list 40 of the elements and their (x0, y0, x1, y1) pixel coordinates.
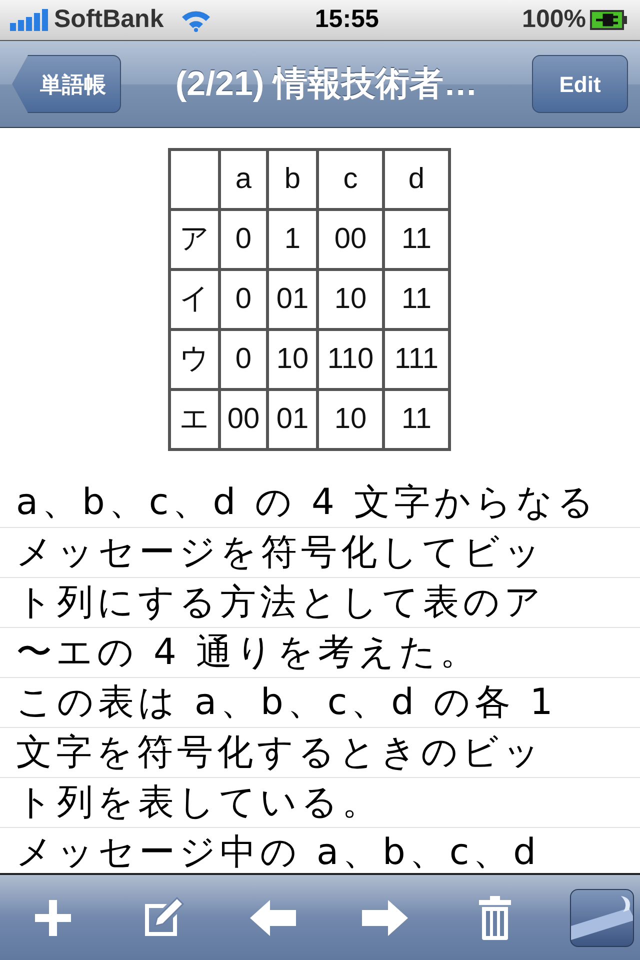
row-header: ア (170, 210, 220, 270)
text-line: ト列にする方法として表のア (0, 578, 640, 628)
table-cell: 01 (268, 390, 318, 450)
table-cell: 01 (268, 270, 318, 330)
table-cell: 1 (268, 210, 318, 270)
table-cell: 0 (220, 330, 268, 390)
battery-charging-icon (590, 10, 628, 30)
edit-button[interactable]: Edit (532, 55, 628, 113)
table-cell: 10 (318, 270, 384, 330)
row-header: エ (170, 390, 220, 450)
screen-title: (2/21) 情報技術者… (175, 64, 478, 102)
table-cell: 0 (220, 270, 268, 330)
column-header: a (220, 150, 268, 210)
carrier-name: SoftBank (54, 4, 164, 36)
table-cell: 00 (220, 390, 268, 450)
battery-percent: 100% (522, 4, 586, 36)
signal-icon (10, 9, 50, 31)
text-line: メッセージを符号化してビッ (0, 528, 640, 578)
table-cell: 00 (318, 210, 384, 270)
text-line: ト列を表している。 (0, 778, 640, 828)
table-cell: 11 (384, 270, 450, 330)
table-cell: 0 (220, 210, 268, 270)
text-line: 〜エの 4 通りを考えた。 (0, 628, 640, 678)
column-header: d (384, 150, 450, 210)
text-line: この表は a、b、c、d の各 1 (0, 678, 640, 728)
column-header: c (318, 150, 384, 210)
table-cell: 11 (384, 210, 450, 270)
table-cell: 10 (318, 390, 384, 450)
table-cell: 111 (384, 330, 450, 390)
table-cell: 11 (384, 390, 450, 450)
page-curl-button[interactable] (570, 888, 634, 946)
row-header: イ (170, 270, 220, 330)
row-header: ウ (170, 330, 220, 390)
table-cell: 110 (318, 330, 384, 390)
table-cell: 10 (268, 330, 318, 390)
text-line: a、b、c、d の 4 文字からなる (0, 478, 640, 528)
text-line: 文字を符号化するときのビッ (0, 728, 640, 778)
back-button[interactable]: 単語帳 (12, 55, 121, 113)
column-header: b (268, 150, 318, 210)
clock-time: 15:55 (314, 5, 379, 34)
